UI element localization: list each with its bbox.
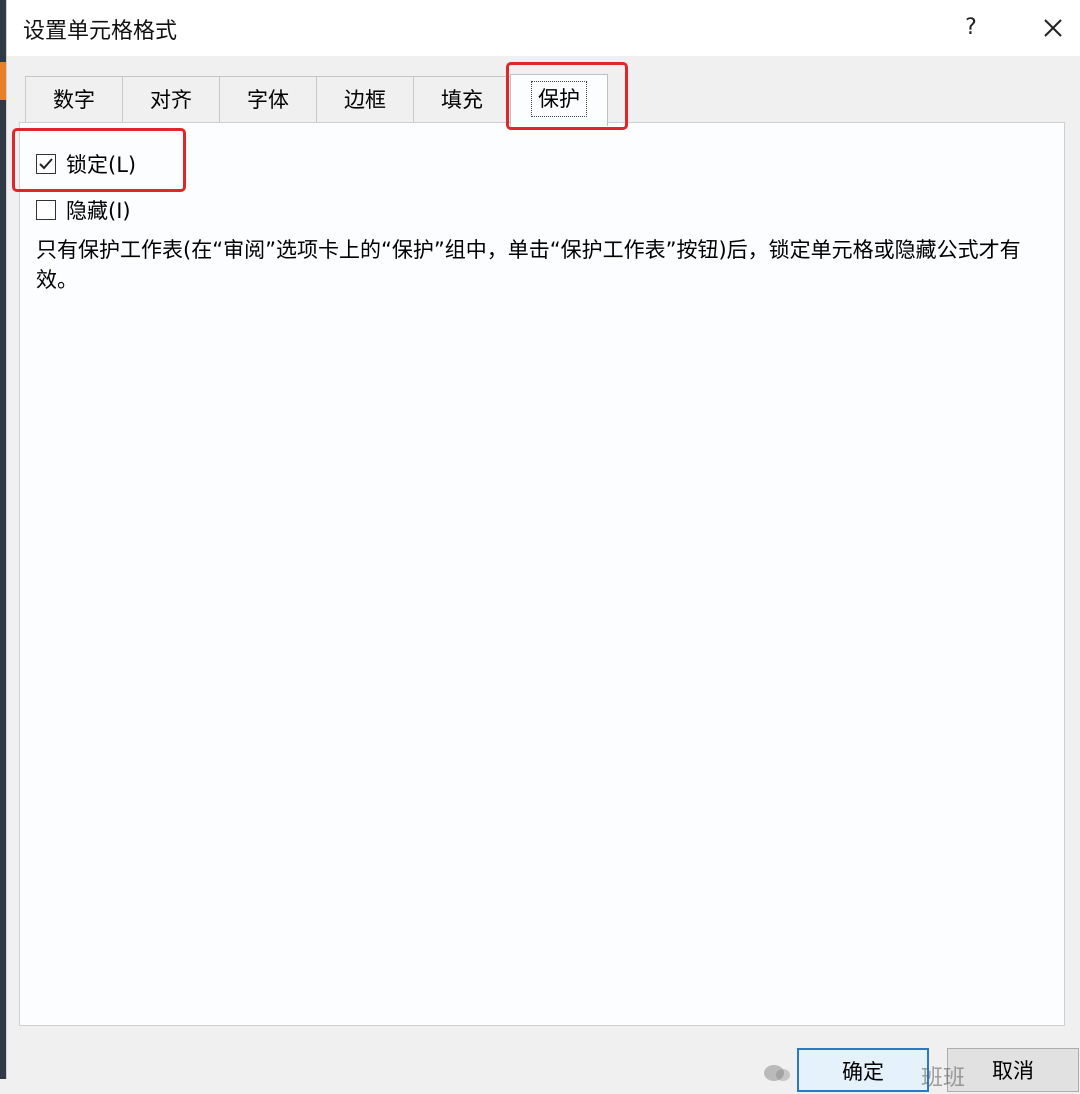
protection-panel: 锁定(L) 隐藏(I) 只有保护工作表(在“审阅”选项卡上的“保护”组中，单击“… bbox=[19, 122, 1065, 1026]
dialog-title: 设置单元格格式 bbox=[23, 19, 178, 44]
tab-protection[interactable]: 保护 bbox=[510, 74, 608, 126]
watermark-wechat-icon bbox=[764, 1065, 790, 1081]
hidden-checkbox[interactable] bbox=[36, 200, 56, 220]
watermark-text: 班班 bbox=[921, 1066, 966, 1091]
tab-border[interactable]: 边框 bbox=[316, 76, 414, 122]
ok-label: 确定 bbox=[842, 1060, 884, 1084]
ok-button[interactable]: 确定 bbox=[797, 1048, 929, 1092]
cancel-label: 取消 bbox=[992, 1059, 1034, 1083]
close-icon bbox=[1044, 19, 1062, 37]
tab-label: 保护 bbox=[531, 81, 587, 117]
cancel-button[interactable]: 取消 bbox=[947, 1048, 1079, 1092]
tab-label: 字体 bbox=[247, 88, 289, 112]
title-bar: 设置单元格格式 ? bbox=[7, 0, 1080, 56]
tab-label: 边框 bbox=[344, 88, 386, 112]
help-button[interactable]: ? bbox=[957, 10, 985, 46]
checkbox-highlight-box bbox=[12, 128, 186, 192]
hidden-label: 隐藏(I) bbox=[66, 199, 131, 223]
tab-label: 数字 bbox=[53, 88, 95, 112]
tab-fill[interactable]: 填充 bbox=[413, 76, 511, 122]
protection-description: 只有保护工作表(在“审阅”选项卡上的“保护”组中，单击“保护工作表”按钮)后，锁… bbox=[36, 238, 1021, 292]
format-cells-dialog: 设置单元格格式 ? 数字 对齐 字体 边框 填充 保护 锁定(L) 隐藏(I) … bbox=[6, 0, 1080, 1092]
tab-label: 对齐 bbox=[150, 88, 192, 112]
tab-font[interactable]: 字体 bbox=[219, 76, 317, 122]
tab-label: 填充 bbox=[441, 88, 483, 112]
tab-number[interactable]: 数字 bbox=[25, 76, 123, 122]
hidden-checkbox-row[interactable]: 隐藏(I) bbox=[36, 195, 131, 225]
tab-alignment[interactable]: 对齐 bbox=[122, 76, 220, 122]
close-button[interactable] bbox=[1035, 10, 1071, 46]
